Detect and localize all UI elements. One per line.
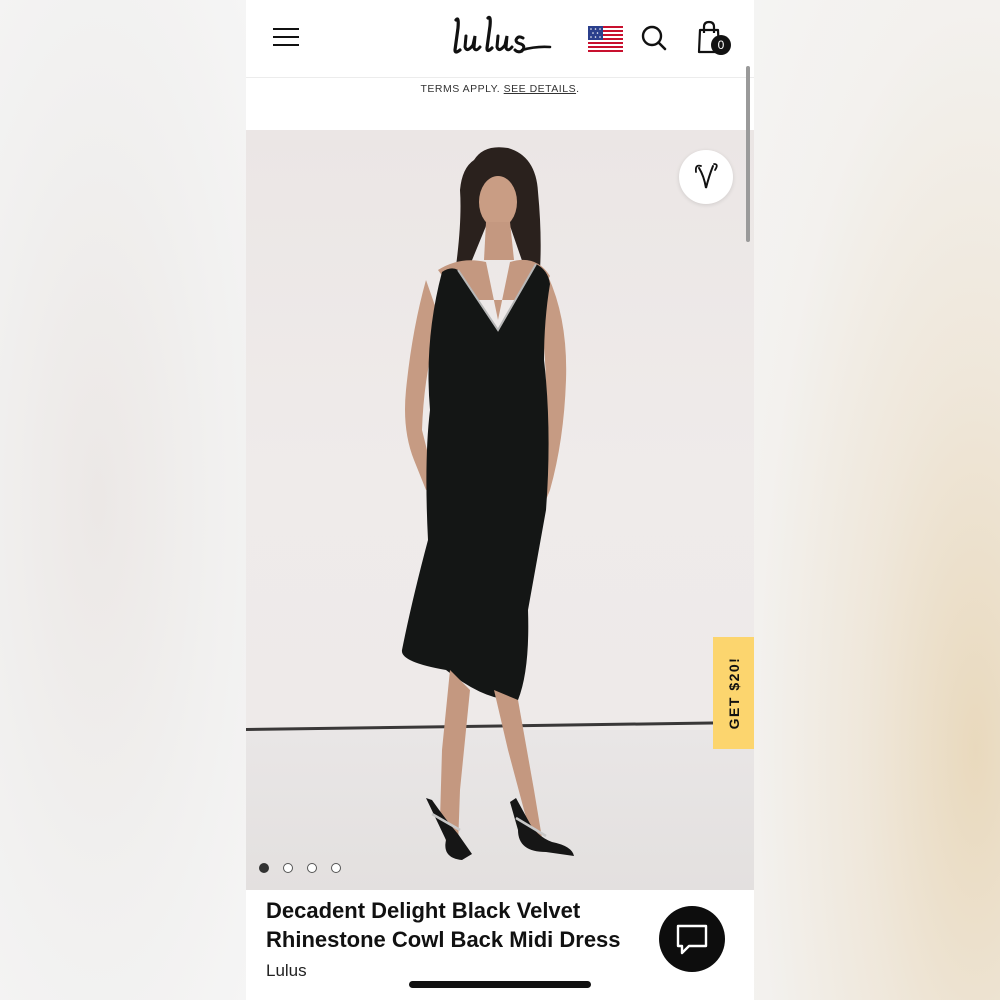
product-title-line-1: Decadent Delight Black Velvet [266, 898, 581, 923]
backdrop-right [754, 0, 1000, 1000]
gallery-dot-2[interactable] [283, 863, 293, 873]
mobile-screen: 0 TERMS APPLY. SEE DETAILS. GET $20! Dec… [246, 0, 754, 1000]
get-20-offer-tab[interactable]: GET $20! [713, 637, 754, 749]
us-flag-icon[interactable] [588, 26, 623, 52]
scrollbar[interactable] [746, 66, 750, 242]
cart-count-badge[interactable]: 0 [711, 35, 731, 55]
chat-button[interactable] [659, 906, 725, 972]
promo-banner: TERMS APPLY. SEE DETAILS. [246, 78, 754, 130]
promo-text: TERMS APPLY. SEE DETAILS. [246, 83, 754, 95]
site-header: 0 [246, 0, 754, 78]
product-title: Decadent Delight Black Velvet Rhinestone… [266, 896, 666, 954]
see-details-link[interactable]: SEE DETAILS [504, 83, 576, 95]
gallery-dot-3[interactable] [307, 863, 317, 873]
lulus-logo[interactable] [446, 10, 556, 60]
home-indicator[interactable] [409, 981, 591, 988]
offer-tab-label: GET $20! [725, 656, 742, 730]
gallery-dot-1[interactable] [259, 863, 269, 873]
gallery-pagination [259, 863, 359, 875]
search-icon[interactable] [640, 24, 668, 52]
wishlist-heart-button[interactable] [679, 150, 733, 204]
promo-suffix: . [576, 83, 580, 95]
lulus-logo-wordmark [453, 15, 552, 54]
backdrop-left [0, 0, 246, 1000]
gallery-dot-4[interactable] [331, 863, 341, 873]
product-photo-model [401, 147, 574, 860]
chat-bubble-icon [676, 924, 708, 955]
heart-icon [694, 163, 718, 189]
product-title-line-2: Rhinestone Cowl Back Midi Dress [266, 927, 621, 952]
promo-terms-text: TERMS APPLY. [420, 83, 501, 95]
product-brand[interactable]: Lulus [266, 961, 307, 981]
product-image-gallery[interactable] [246, 130, 754, 890]
hamburger-menu-icon[interactable] [273, 26, 299, 48]
